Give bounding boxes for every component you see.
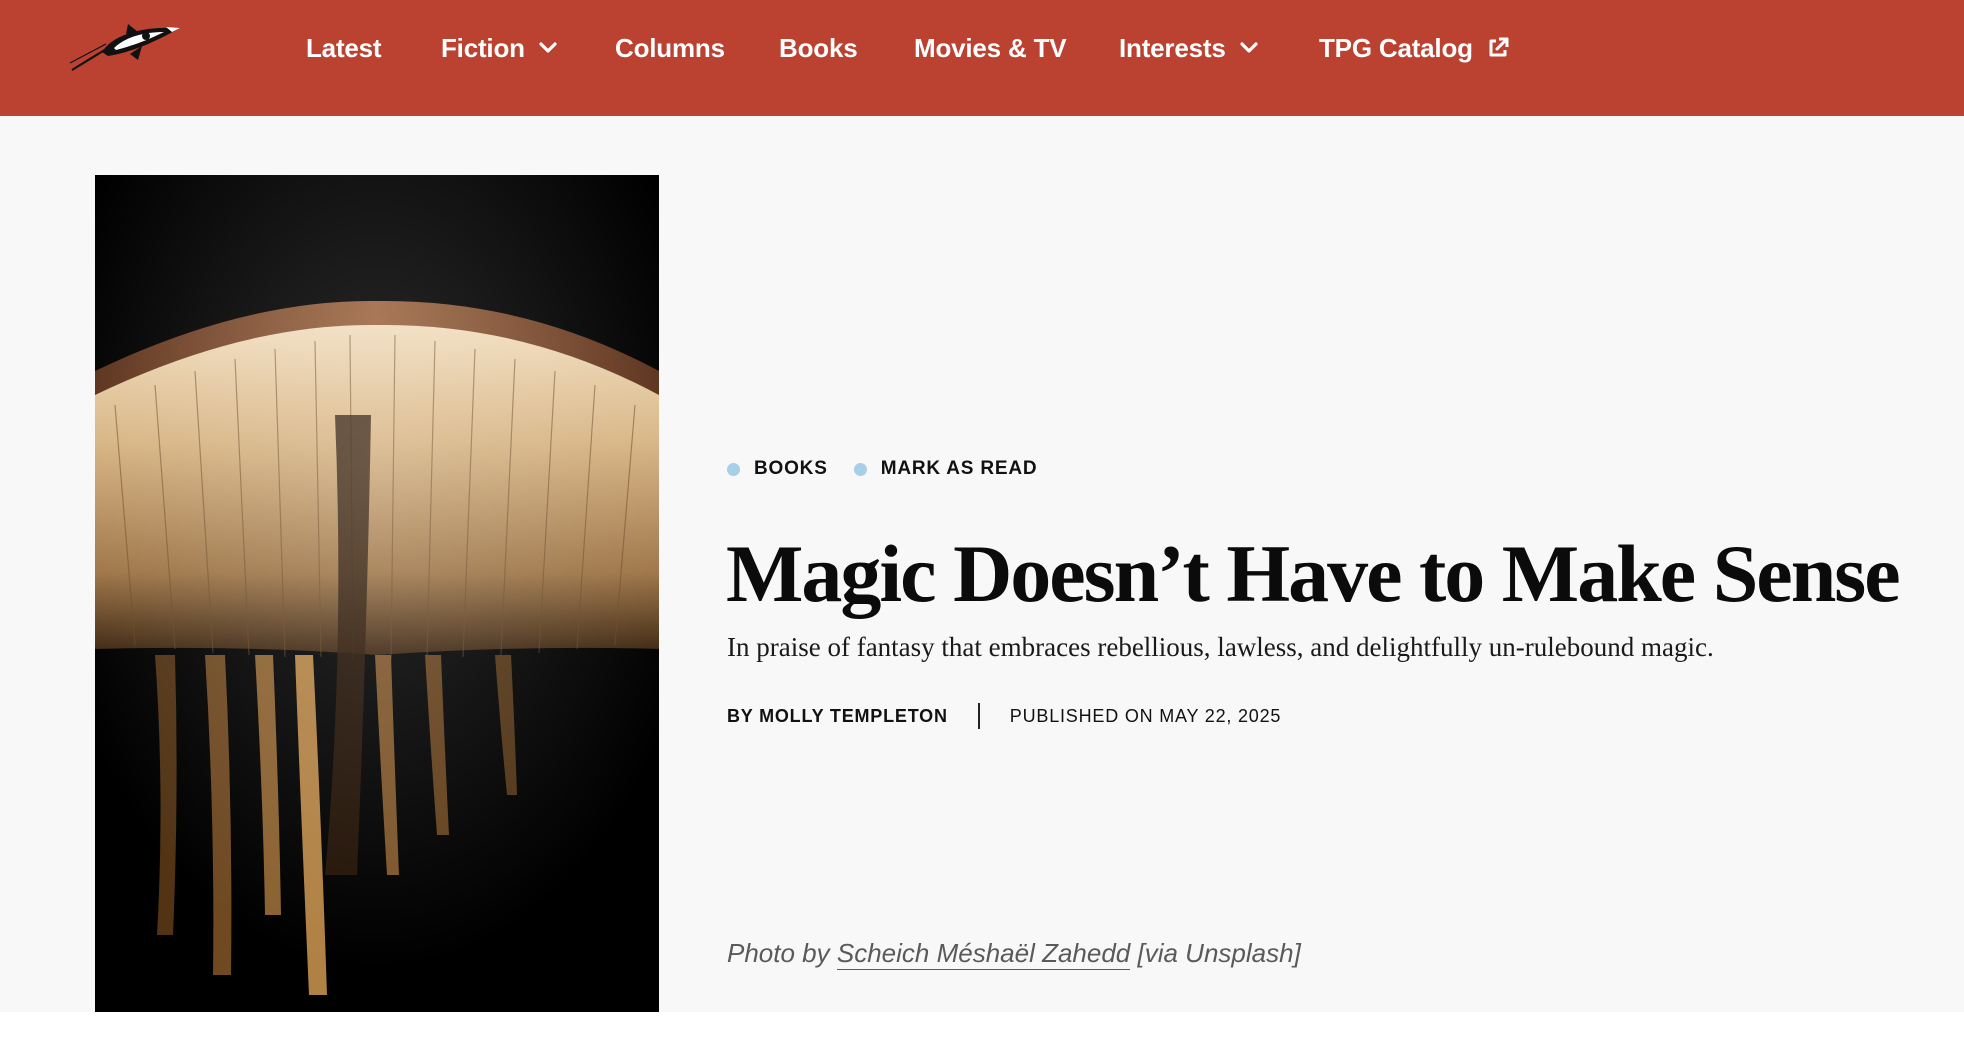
nav-item-latest[interactable]: Latest	[306, 28, 382, 68]
nav-item-label: Fiction	[441, 32, 525, 63]
nav-item-label: Books	[779, 32, 858, 63]
nav-item-label: Latest	[306, 32, 382, 63]
photo-credit: Photo by Scheich Méshaël Zahedd [via Uns…	[727, 938, 1301, 978]
chevron-down-icon	[1239, 42, 1258, 53]
nav-item-movies-tv[interactable]: Movies & TV	[914, 28, 1067, 68]
hero-image-book-pages	[95, 175, 659, 1012]
article-title: Magic Doesn’t Have to Make Sense	[726, 528, 1901, 619]
photo-credit-prefix: Photo by	[727, 938, 837, 968]
article-byline: BY MOLLY TEMPLETON PUBLISHED ON MAY 22, …	[727, 696, 1281, 736]
external-link-icon	[1489, 37, 1509, 57]
top-navigation-bar: Latest Fiction Columns Books Movies & TV…	[0, 0, 1964, 116]
nav-item-label: Movies & TV	[914, 32, 1067, 63]
article-hero: BOOKS MARK AS READ Magic Doesn’t Have to…	[0, 116, 1964, 1012]
nav-item-label: Columns	[615, 32, 725, 63]
nav-item-fiction[interactable]: Fiction	[441, 28, 557, 68]
tag-label: BOOKS	[754, 458, 828, 479]
nav-item-tpg-catalog[interactable]: TPG Catalog	[1319, 28, 1509, 68]
nav-item-books[interactable]: Books	[779, 28, 858, 68]
publish-date: PUBLISHED ON MAY 22, 2025	[1009, 705, 1282, 726]
nav-item-interests[interactable]: Interests	[1119, 28, 1258, 68]
author-link[interactable]: BY MOLLY TEMPLETON	[727, 706, 948, 727]
nav-item-label: TPG Catalog	[1319, 32, 1473, 63]
article-tags: BOOKS MARK AS READ	[727, 455, 1063, 483]
tag-dot-icon	[853, 462, 867, 476]
tag-dot-icon	[727, 462, 740, 476]
nav-item-columns[interactable]: Columns	[615, 28, 725, 68]
rocket-logo-icon[interactable]	[68, 18, 184, 74]
nav-item-label: Interests	[1119, 32, 1226, 63]
byline-divider	[977, 703, 980, 729]
photo-credit-suffix: [via Unsplash]	[1130, 938, 1301, 968]
chevron-down-icon	[539, 42, 557, 53]
photographer-link[interactable]: Scheich Méshaël Zahedd	[836, 938, 1131, 970]
mark-as-read-button[interactable]: MARK AS READ	[853, 458, 1038, 480]
tag-books[interactable]: BOOKS	[727, 458, 828, 480]
article-subtitle: In praise of fantasy that embraces rebel…	[727, 632, 1714, 662]
tag-label: MARK AS READ	[880, 458, 1038, 479]
